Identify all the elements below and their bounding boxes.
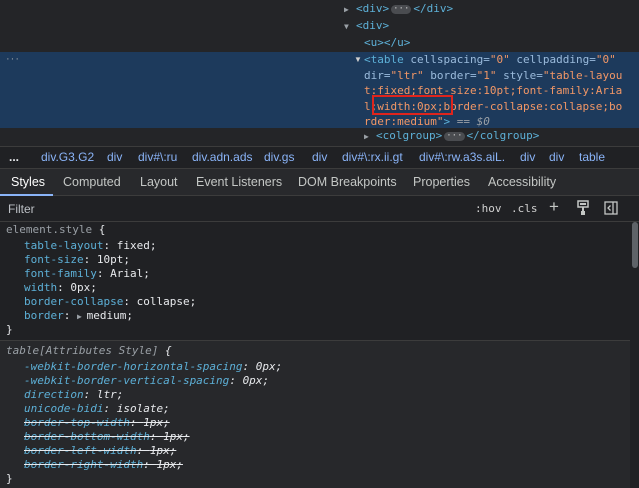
styles-toolbar: :hov .cls + (0, 196, 639, 222)
ellipsis-icon[interactable]: ··· (444, 131, 465, 141)
breadcrumb-item[interactable]: div#\:rx.ii.gt (342, 150, 403, 164)
elements-tree: ▶ <div> ··· </div> ▼ <div> <u></u> ··· ▼ <ta… (0, 0, 639, 146)
tree-node-div-collapsed[interactable]: ▶ <div> ··· </div> (344, 1, 453, 18)
tree-node-div-expanded[interactable]: ▼ <div> (344, 18, 389, 35)
breadcrumb: ... div.G3.G2 div div#\:ru div.adn.ads d… (0, 146, 639, 168)
plus-icon: + (549, 197, 559, 216)
style-property[interactable]: border-collapse: collapse; (24, 295, 196, 309)
expand-arrow-icon[interactable]: ▶ (77, 312, 87, 321)
rule-selector[interactable]: element.style { (6, 223, 105, 237)
style-property-overridden: border-bottom-width: 1px; (24, 430, 190, 443)
breadcrumb-more-icon[interactable]: ... (9, 150, 19, 164)
tree-node-u[interactable]: <u></u> (364, 35, 410, 51)
style-property[interactable]: font-family: Arial; (24, 267, 150, 281)
tree-node-table-selected[interactable]: <table cellspacing="0" cellpadding="0" d… (364, 52, 626, 130)
expand-arrow-icon[interactable]: ▶ (344, 2, 356, 18)
breadcrumb-item[interactable]: div#\:rw.a3s.aiL. (419, 150, 505, 164)
style-property: -webkit-border-horizontal-spacing: 0px; (24, 360, 283, 373)
tab-properties[interactable]: Properties (413, 175, 470, 189)
breadcrumb-item[interactable]: div (520, 150, 535, 164)
sidebar-tabs: Styles Computed Layout Event Listeners D… (0, 168, 639, 196)
breadcrumb-item[interactable]: div (312, 150, 327, 164)
expand-arrow-icon[interactable]: ▶ (364, 129, 376, 145)
breadcrumb-item[interactable]: div.gs (264, 150, 294, 164)
style-property: -webkit-border-vertical-spacing: 0px; (24, 374, 270, 387)
breadcrumb-item[interactable]: table (579, 150, 605, 164)
rule-close-brace: } (6, 472, 13, 485)
tab-computed[interactable]: Computed (63, 175, 121, 189)
class-toggle[interactable]: .cls (511, 202, 538, 215)
tab-event-listeners[interactable]: Event Listeners (196, 175, 282, 189)
style-property-overridden: border-left-width: 1px; (24, 444, 177, 457)
breadcrumb-item[interactable]: div.adn.ads (192, 150, 253, 164)
tree-node-colgroup[interactable]: ▶ <colgroup> ··· </colgroup> (364, 128, 539, 145)
ellipsis-icon[interactable]: ··· (391, 4, 412, 14)
collapse-arrow-icon[interactable]: ▼ (344, 19, 356, 35)
rule-selector: table[Attributes Style] { (6, 344, 172, 357)
rule-close-brace: } (6, 323, 13, 336)
breadcrumb-item[interactable]: div.G3.G2 (41, 150, 94, 164)
scrollbar-thumb[interactable] (632, 222, 638, 268)
highlight-annotation-box (372, 95, 453, 115)
collapse-arrow-icon[interactable]: ▼ (354, 52, 362, 68)
tab-accessibility[interactable]: Accessibility (488, 175, 556, 189)
style-property-overridden: border-right-width: 1px; (24, 458, 183, 471)
filter-input[interactable] (8, 201, 308, 217)
breadcrumb-item[interactable]: div (549, 150, 564, 164)
breadcrumb-item[interactable]: div (107, 150, 122, 164)
style-property: unicode-bidi: isolate; (24, 402, 170, 415)
breadcrumb-item[interactable]: div#\:ru (138, 150, 177, 164)
more-options-icon[interactable]: ··· (6, 53, 20, 65)
style-property[interactable]: font-size: 10pt; (24, 253, 130, 267)
style-property[interactable]: table-layout: fixed; (24, 239, 156, 253)
tab-layout[interactable]: Layout (140, 175, 178, 189)
tab-styles[interactable]: Styles (11, 175, 45, 189)
styles-scrollbar[interactable] (631, 222, 639, 488)
styles-pane: element.style { table-layout: fixed; fon… (0, 222, 630, 488)
style-property[interactable]: border: ▶ medium; (24, 309, 133, 324)
style-property[interactable]: width: 0px; (24, 281, 97, 295)
hover-state-toggle[interactable]: :hov (475, 202, 502, 215)
style-property-overridden: border-top-width: 1px; (24, 416, 170, 429)
style-property: direction: ltr; (24, 388, 124, 401)
toggle-sidebar-icon[interactable] (604, 201, 618, 218)
tab-dom-breakpoints[interactable]: DOM Breakpoints (298, 175, 397, 189)
paint-brush-icon[interactable] (576, 200, 590, 219)
new-style-rule-button[interactable]: + (549, 197, 559, 217)
